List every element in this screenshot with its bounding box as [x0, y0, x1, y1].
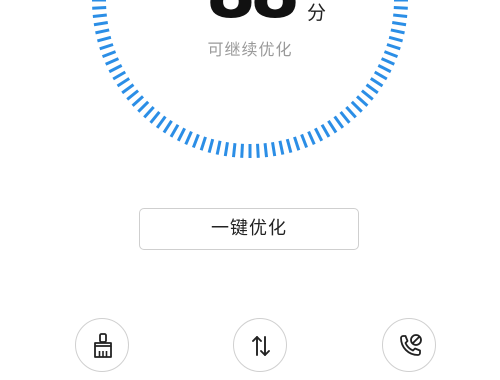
- score-dial: 88 分 可继续优化: [0, 0, 500, 160]
- ring-tick: [131, 95, 144, 107]
- ring-tick: [199, 136, 207, 151]
- ring-tick: [169, 123, 180, 138]
- ring-tick: [93, 21, 109, 27]
- ring-tick: [92, 6, 107, 10]
- ring-tick: [240, 143, 244, 158]
- ring-tick: [391, 21, 407, 27]
- score-ring: [92, 0, 408, 158]
- ring-tick: [191, 133, 200, 149]
- score-status-text: 可继续优化: [207, 40, 293, 59]
- ring-tick: [388, 35, 404, 43]
- ring-tick: [215, 140, 222, 155]
- ring-tick: [365, 83, 379, 95]
- ring-tick: [320, 123, 331, 138]
- traffic-manager-button[interactable]: [233, 318, 287, 372]
- ring-tick: [307, 130, 316, 145]
- ring-tick: [393, 6, 408, 10]
- ring-tick: [184, 130, 193, 145]
- ring-tick: [162, 119, 173, 134]
- broom-icon: [94, 333, 112, 358]
- ring-tick: [345, 106, 357, 119]
- transfer-arrows-icon: [252, 336, 270, 356]
- ring-tick: [386, 43, 401, 51]
- ring-tick: [116, 77, 131, 88]
- ring-tick: [350, 100, 363, 113]
- ring-tick: [256, 143, 260, 158]
- ring-tick: [293, 136, 301, 151]
- ring-tick: [176, 127, 186, 142]
- ring-tick: [360, 89, 374, 101]
- ring-tick: [137, 100, 150, 113]
- ring-tick: [278, 140, 285, 155]
- ring-tick: [149, 110, 161, 124]
- ring-tick: [377, 64, 392, 74]
- ring-tick: [231, 143, 237, 158]
- ring-tick: [393, 13, 408, 19]
- ring-tick: [207, 138, 215, 154]
- cleanup-button[interactable]: [75, 318, 129, 372]
- ring-tick: [314, 127, 324, 142]
- phone-block-icon: [400, 334, 422, 356]
- ring-tick: [373, 70, 388, 81]
- ring-tick: [383, 50, 399, 59]
- ring-tick: [92, 13, 107, 19]
- ring-tick: [99, 43, 114, 51]
- ring-tick: [126, 89, 140, 101]
- ring-tick: [101, 50, 117, 59]
- ring-tick: [223, 141, 229, 157]
- score-value: 88: [196, 0, 304, 22]
- ring-tick: [285, 138, 293, 154]
- ring-tick: [271, 141, 277, 157]
- ring-tick: [96, 35, 112, 43]
- phone-manager-screen: 88 分 可继续优化 一键优化: [0, 0, 500, 380]
- ring-tick: [300, 133, 309, 149]
- call-block-button[interactable]: [382, 318, 436, 372]
- ring-tick: [369, 77, 384, 88]
- ring-tick: [95, 28, 110, 35]
- ring-tick: [112, 70, 127, 81]
- ring-tick: [121, 83, 135, 95]
- one-key-optimize-button[interactable]: 一键优化: [139, 208, 359, 250]
- ring-tick: [105, 57, 120, 66]
- ring-tick: [380, 57, 395, 66]
- ring-tick: [339, 110, 351, 124]
- ring-tick: [108, 64, 123, 74]
- ring-tick: [327, 119, 338, 134]
- ring-tick: [356, 95, 369, 107]
- ring-tick: [143, 106, 155, 119]
- ring-tick: [390, 28, 405, 35]
- ring-tick: [263, 143, 269, 158]
- ring-tick: [333, 115, 345, 129]
- ring-tick: [155, 115, 167, 129]
- score-unit: 分: [307, 2, 327, 24]
